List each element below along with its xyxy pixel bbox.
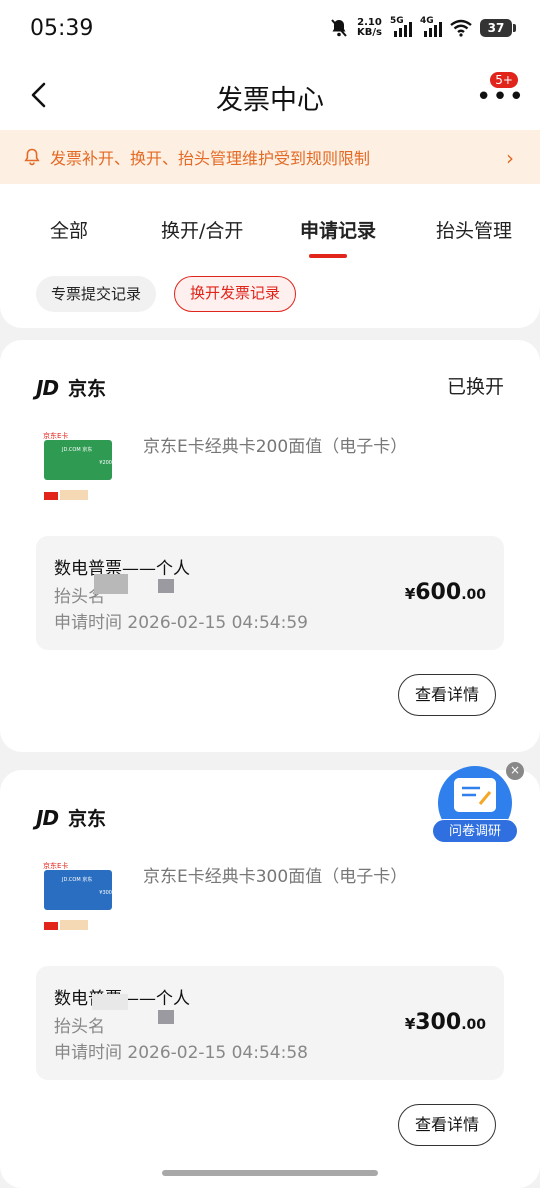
product-image[interactable]: 京东E卡 JD.COM 京东 ¥200 xyxy=(40,428,116,504)
view-details-button[interactable]: 查看详情 xyxy=(398,674,496,716)
invoice-header-label: 抬头名 xyxy=(54,1017,105,1037)
redaction-mask xyxy=(94,574,128,594)
ecard-value: ¥200 xyxy=(99,460,112,466)
redaction-mask xyxy=(158,579,174,593)
survey-label: 问卷调研 xyxy=(432,819,518,843)
message-badge: 5+ xyxy=(488,70,520,90)
apply-time: 申请时间 2026-02-15 04:54:58 xyxy=(54,1043,308,1063)
product-name[interactable]: 京东E卡经典卡300面值（电子卡） xyxy=(143,862,407,887)
battery-icon: 37 xyxy=(480,19,516,37)
invoice-amount: ¥300.00 xyxy=(405,1010,486,1035)
ecard-value: ¥300 xyxy=(99,890,112,896)
shop-name: 京东 xyxy=(68,808,107,830)
price-integer: 300 xyxy=(415,1010,462,1035)
price-integer: 600 xyxy=(415,580,462,605)
shop-header: JD 京东 xyxy=(36,374,106,401)
chip-special-invoice-records[interactable]: 专票提交记录 xyxy=(36,276,157,312)
view-details-button[interactable]: 查看详情 xyxy=(398,1104,496,1146)
tabs-panel: 全部 换开/合开 申请记录 抬头管理 专票提交记录 换开发票记录 xyxy=(0,184,540,328)
tab-header-management[interactable]: 抬头管理 xyxy=(436,216,512,243)
price-decimal: .00 xyxy=(461,1017,486,1033)
ecard-brand: JD.COM 京东 xyxy=(62,447,93,453)
record-card: JD 京东 已换开 京东E卡 JD.COM 京东 ¥200 京东E卡经典卡200… xyxy=(0,340,540,752)
product-name[interactable]: 京东E卡经典卡200面值（电子卡） xyxy=(143,432,407,457)
invoice-amount: ¥600.00 xyxy=(405,580,486,605)
page-title: 发票中心 xyxy=(216,85,324,116)
home-indicator[interactable] xyxy=(162,1170,378,1176)
notice-text: 发票补开、换开、抬头管理维护受到规则限制 xyxy=(50,149,371,168)
signal-5g-label: 5G xyxy=(390,16,404,26)
product-image[interactable]: 京东E卡 JD.COM 京东 ¥300 xyxy=(40,858,116,934)
survey-float[interactable]: 问卷调研 × xyxy=(430,762,526,848)
tab-all[interactable]: 全部 xyxy=(50,216,88,243)
signal-4g-label: 4G xyxy=(420,16,434,26)
bell-muted-icon xyxy=(331,19,347,37)
wifi-icon xyxy=(450,19,472,37)
close-icon[interactable]: × xyxy=(506,762,524,780)
redaction-mask xyxy=(158,1010,174,1024)
price-currency: ¥ xyxy=(404,585,416,603)
status-time: 05:39 xyxy=(30,16,94,41)
signal-5g-icon: 5G xyxy=(390,16,412,37)
jd-logo: JD xyxy=(36,375,59,400)
bell-icon xyxy=(24,148,40,166)
ecard-brand: JD.COM 京东 xyxy=(62,877,93,883)
ecard-tag xyxy=(44,492,58,500)
ecard-tag-2 xyxy=(60,920,88,930)
record-status: 已换开 xyxy=(446,376,504,398)
tab-application-records[interactable]: 申请记录 xyxy=(300,216,376,243)
price-currency: ¥ xyxy=(404,1015,416,1033)
status-icons: 2.10 KB/s 5G 4G 37 xyxy=(329,16,516,38)
chip-reissue-records[interactable]: 换开发票记录 xyxy=(174,276,297,312)
invoice-info: 数电普票——个人 抬头名 申请时间 2026-02-15 04:54:59 ¥6… xyxy=(36,536,504,650)
survey-document-icon xyxy=(454,778,496,812)
nav-bar: 发票中心 ••• 5+ xyxy=(0,60,540,130)
chevron-right-icon: › xyxy=(506,146,514,170)
apply-time: 申请时间 2026-02-15 04:54:59 xyxy=(54,613,308,633)
status-bar: 05:39 2.10 KB/s 5G 4G 37 xyxy=(0,0,540,60)
jd-logo: JD xyxy=(36,805,59,830)
net-speed-unit: KB/s xyxy=(357,27,382,38)
more-dots-icon: ••• xyxy=(476,82,526,112)
ecard-tag-2 xyxy=(60,490,88,500)
ecard-tag xyxy=(44,922,58,930)
invoice-info: 数电普票——个人 抬头名 申请时间 2026-02-15 04:54:58 ¥3… xyxy=(36,966,504,1080)
signal-4g-icon: 4G xyxy=(420,16,442,37)
shop-name: 京东 xyxy=(68,378,107,400)
redaction-mask xyxy=(92,994,128,1010)
shop-header: JD 京东 xyxy=(36,804,106,831)
price-decimal: .00 xyxy=(461,587,486,603)
active-tab-indicator xyxy=(309,254,347,258)
notice-bar[interactable]: 发票补开、换开、抬头管理维护受到规则限制 › xyxy=(0,130,540,184)
net-speed: 2.10 KB/s xyxy=(357,18,382,38)
tab-reissue-merge[interactable]: 换开/合开 xyxy=(161,216,243,243)
